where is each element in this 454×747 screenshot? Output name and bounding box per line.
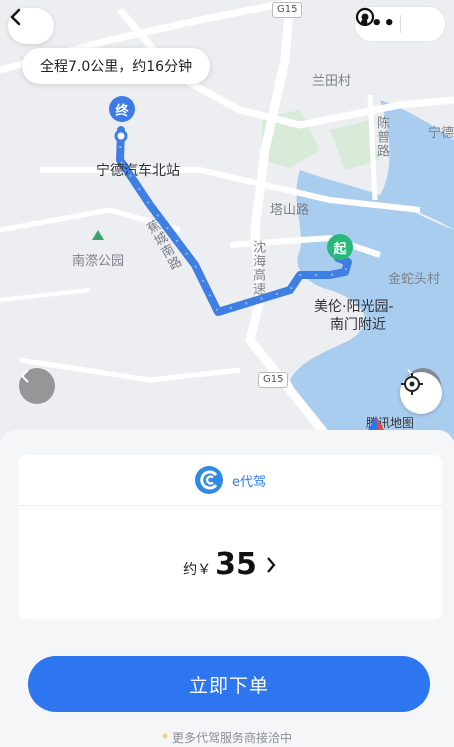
crosshair-icon — [401, 373, 423, 395]
miniapp-capsule: ••• — [354, 6, 446, 42]
star-icon: * — [161, 731, 168, 745]
back-button[interactable] — [8, 8, 54, 44]
highway-badge: G15 — [258, 372, 289, 388]
chevron-right-icon — [267, 557, 276, 573]
map-label-destination-1: 美伦·阳光园- — [314, 299, 394, 315]
edaijia-logo-icon — [195, 466, 223, 494]
map-label-lantian: 兰田村 — [312, 74, 352, 89]
chevron-left-icon — [20, 369, 29, 383]
end-marker[interactable]: 终 — [109, 96, 135, 122]
service-header: e代驾 — [18, 455, 442, 506]
chevron-left-icon — [10, 8, 21, 26]
highway-badge: G15 — [272, 2, 303, 18]
map-label-tashan: 塔山路 — [270, 203, 310, 218]
footer-note-text: 更多代驾服务商接洽中 — [171, 731, 292, 745]
map-label-shenhai: 沈海高速 — [250, 240, 265, 296]
start-marker[interactable]: 起 — [327, 234, 353, 260]
prev-arrow-button[interactable] — [19, 368, 55, 404]
price-row[interactable]: 约￥ 35 — [18, 547, 442, 582]
route-summary: 全程7.0公里，约16分钟 — [22, 48, 211, 84]
map-label-station: 宁德汽车北站 — [96, 163, 180, 179]
capsule-divider — [399, 15, 401, 33]
map-label-nanji-park: 南漈公园 — [72, 254, 125, 269]
map-label-jinshe: 金蛇头村 — [388, 272, 441, 287]
map-attribution: 腾讯地图 — [366, 414, 414, 431]
map-label-destination-2: 南门附近 — [330, 317, 386, 333]
service-card[interactable]: e代驾 约￥ 35 — [18, 455, 442, 619]
price-prefix: 约￥ — [183, 562, 212, 578]
price-value: 35 — [215, 547, 257, 582]
map-label-ningde: 宁德 — [428, 126, 454, 141]
target-icon — [355, 7, 375, 27]
map-label-chenpu: 陈普路 — [374, 116, 389, 158]
map-view[interactable]: G15 兰田村 陈普路 宁德 宁德汽车北站 塔山路 南漈公园 蕉城南路 沈海高速… — [0, 0, 454, 440]
place-order-button[interactable]: 立即下单 — [28, 656, 430, 712]
service-name: e代驾 — [232, 474, 266, 490]
locate-button[interactable] — [400, 372, 442, 414]
footer-note: * 更多代驾服务商接洽中 — [0, 729, 454, 746]
